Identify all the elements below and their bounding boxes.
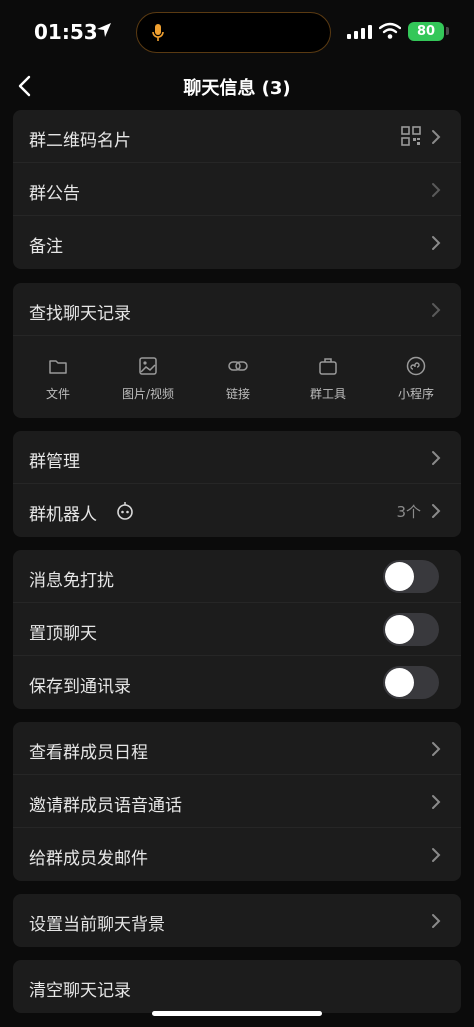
- tool-mini-programs[interactable]: 小程序: [371, 336, 461, 418]
- chat-background-label: 设置当前聊天背景: [29, 915, 165, 935]
- qr-code-icon: [401, 126, 421, 146]
- chevron-right-icon: [432, 236, 441, 250]
- chevron-right-icon: [432, 795, 441, 809]
- member-actions-card: 查看群成员日程 邀请群成员语音通话 给群成员发邮件: [13, 722, 461, 881]
- chevron-right-icon: [432, 303, 441, 317]
- tool-files-label: 文件: [45, 387, 70, 401]
- folder-icon: [49, 360, 67, 374]
- chevron-right-icon: [432, 183, 441, 197]
- location-arrow-icon: [97, 23, 111, 37]
- mini-program-icon: [406, 356, 426, 376]
- chevron-right-icon: [432, 130, 441, 144]
- schedule-label: 查看群成员日程: [29, 743, 148, 763]
- status-time: 01:53: [34, 20, 98, 44]
- link-icon: [228, 361, 248, 371]
- chevron-right-icon: [432, 914, 441, 928]
- search-history-card: 查找聊天记录 文件 图片/视频 链接 群工具 小程序: [13, 283, 461, 418]
- clear-history-row[interactable]: 清空聊天记录: [13, 960, 461, 1013]
- qr-card-label: 群二维码名片: [29, 131, 131, 151]
- robots-count: 3个: [396, 503, 421, 521]
- save-contacts-toggle[interactable]: [383, 666, 439, 699]
- background-card: 设置当前聊天背景: [13, 894, 461, 947]
- chat-background-row[interactable]: 设置当前聊天背景: [13, 894, 461, 947]
- cellular-signal-icon: [347, 25, 372, 39]
- group-manage-label: 群管理: [29, 452, 80, 472]
- nav-bar: 聊天信息 (3): [0, 66, 474, 106]
- pin-row: 置顶聊天: [13, 603, 461, 656]
- tool-media[interactable]: 图片/视频: [103, 336, 193, 418]
- battery-tip: [446, 27, 449, 35]
- toggle-knob: [385, 562, 414, 591]
- image-icon: [139, 357, 157, 375]
- toggle-knob: [385, 668, 414, 697]
- remark-label: 备注: [29, 237, 63, 257]
- mute-label: 消息免打扰: [29, 571, 114, 591]
- group-info-card: 群二维码名片 群公告 备注: [13, 110, 461, 269]
- chevron-right-icon: [432, 742, 441, 756]
- mute-row: 消息免打扰: [13, 550, 461, 603]
- tool-links-label: 链接: [225, 387, 250, 401]
- qr-card-row[interactable]: 群二维码名片: [13, 110, 461, 163]
- save-contacts-label: 保存到通讯录: [29, 677, 131, 697]
- page-title: 聊天信息 (3): [183, 78, 291, 99]
- robot-icon: [117, 502, 133, 520]
- tool-links[interactable]: 链接: [193, 336, 283, 418]
- clear-history-label: 清空聊天记录: [29, 981, 131, 1001]
- announcement-label: 群公告: [29, 184, 80, 204]
- wifi-icon: [379, 22, 401, 39]
- mail-label: 给群成员发邮件: [29, 849, 148, 869]
- home-indicator[interactable]: [152, 1011, 322, 1016]
- announcement-row[interactable]: 群公告: [13, 163, 461, 216]
- tool-files[interactable]: 文件: [13, 336, 103, 418]
- briefcase-icon: [319, 358, 337, 375]
- battery-indicator: 80: [408, 22, 444, 41]
- group-robots-row[interactable]: 群机器人 3个: [13, 484, 461, 537]
- search-history-row[interactable]: 查找聊天记录: [13, 283, 461, 336]
- group-manage-row[interactable]: 群管理: [13, 431, 461, 484]
- search-filter-tools: 文件 图片/视频 链接 群工具 小程序: [13, 336, 461, 418]
- mute-toggle[interactable]: [383, 560, 439, 593]
- microphone-icon: [152, 24, 164, 41]
- remark-row[interactable]: 备注: [13, 216, 461, 269]
- settings-toggles-card: 消息免打扰 置顶聊天 保存到通讯录: [13, 550, 461, 709]
- save-contacts-row: 保存到通讯录: [13, 656, 461, 709]
- chevron-right-icon: [432, 504, 441, 518]
- search-history-label: 查找聊天记录: [29, 304, 131, 324]
- tool-group-tools[interactable]: 群工具: [283, 336, 373, 418]
- chevron-right-icon: [432, 848, 441, 862]
- clear-history-card: 清空聊天记录: [13, 960, 461, 1013]
- schedule-row[interactable]: 查看群成员日程: [13, 722, 461, 775]
- tool-mini-programs-label: 小程序: [397, 387, 434, 401]
- pin-toggle[interactable]: [383, 613, 439, 646]
- pin-label: 置顶聊天: [29, 624, 97, 644]
- group-manage-card: 群管理 群机器人 3个: [13, 431, 461, 537]
- voice-call-label: 邀请群成员语音通话: [29, 796, 182, 816]
- dynamic-island: [136, 12, 331, 53]
- voice-call-row[interactable]: 邀请群成员语音通话: [13, 775, 461, 828]
- chevron-right-icon: [432, 451, 441, 465]
- toggle-knob: [385, 615, 414, 644]
- group-robots-label: 群机器人: [29, 505, 97, 525]
- tool-media-label: 图片/视频: [121, 387, 175, 401]
- mail-row[interactable]: 给群成员发邮件: [13, 828, 461, 881]
- status-bar: 01:53 80: [0, 0, 474, 66]
- tool-group-tools-label: 群工具: [309, 387, 346, 401]
